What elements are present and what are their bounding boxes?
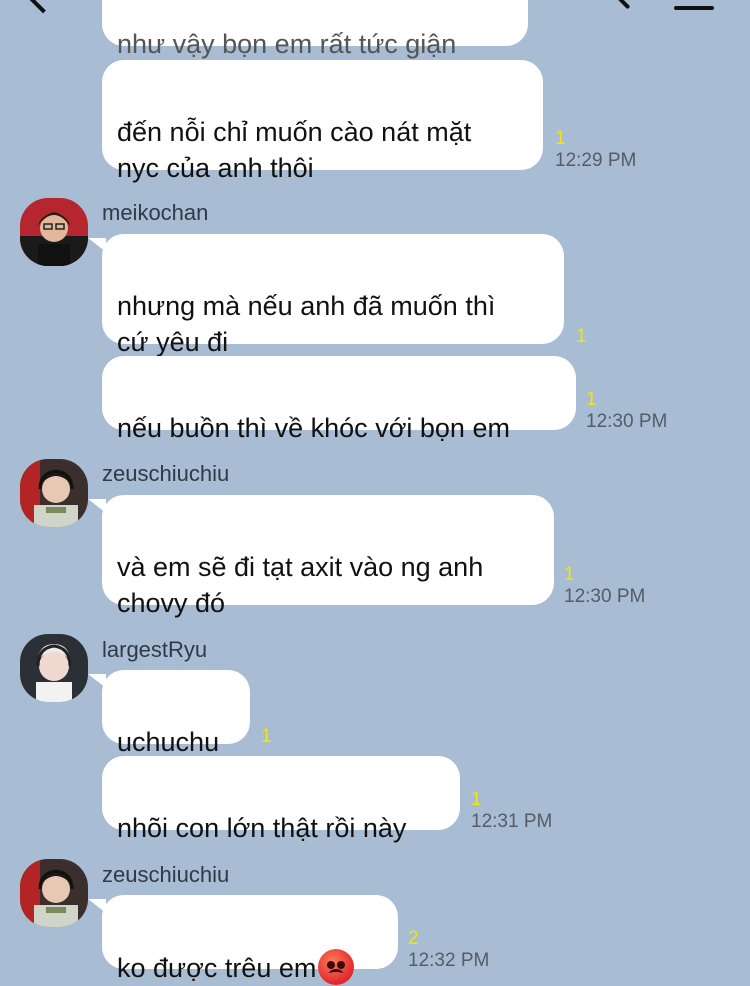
message-meta: 1 xyxy=(261,726,272,748)
message-bubble[interactable]: đến nỗi chỉ muốn cào nát mặt nyc của anh… xyxy=(102,60,543,183)
read-count: 1 xyxy=(564,564,575,585)
message-bubble[interactable]: ko được trêu em xyxy=(102,895,398,985)
read-count: 2 xyxy=(408,928,419,949)
read-count: 1 xyxy=(576,326,587,347)
message-meta: 1 12:30 PM xyxy=(564,564,645,608)
avatar[interactable] xyxy=(20,634,88,702)
angry-face-emoji xyxy=(318,949,355,985)
message-bubble[interactable]: và em sẽ đi tạt axit vào ng anh chovy đó xyxy=(102,495,554,618)
avatar[interactable] xyxy=(20,198,88,266)
read-count: 1 xyxy=(586,389,597,410)
message-time: 12:31 PM xyxy=(471,811,553,832)
avatar[interactable] xyxy=(20,859,88,927)
message-meta: 2 12:32 PM xyxy=(408,928,489,972)
message-meta: 1 12:31 PM xyxy=(471,789,552,833)
sender-name: zeuschiuchiu xyxy=(102,862,230,887)
sender-name: largestRyu xyxy=(102,637,208,662)
message-time: 12:30 PM xyxy=(564,586,646,607)
message-bubble[interactable]: uchuchu xyxy=(102,670,250,757)
message-bubble[interactable]: nhưng mà nếu anh đã muốn thì cứ yêu đi xyxy=(102,234,564,357)
message-meta: 1 12:30 PM xyxy=(586,389,667,433)
menu-icon[interactable] xyxy=(674,0,714,14)
message-time: 12:32 PM xyxy=(408,950,490,971)
read-count: 1 xyxy=(471,789,482,810)
message-bubble[interactable]: như vậy bọn em rất tức giận xyxy=(102,0,528,59)
avatar[interactable] xyxy=(20,459,88,527)
message-time: 12:29 PM xyxy=(555,150,637,171)
message-bubble[interactable]: nếu buồn thì về khóc với bọn em xyxy=(102,356,576,443)
message-meta: 1 xyxy=(576,326,587,348)
read-count: 1 xyxy=(555,128,566,149)
message-bubble[interactable]: nhõi con lớn thật rồi này xyxy=(102,756,460,843)
message-time: 12:30 PM xyxy=(586,411,668,432)
sender-name: meikochan xyxy=(102,200,209,225)
message-meta: 1 12:29 PM xyxy=(555,128,636,172)
read-count: 1 xyxy=(261,726,272,747)
sender-name: zeuschiuchiu xyxy=(102,461,230,486)
